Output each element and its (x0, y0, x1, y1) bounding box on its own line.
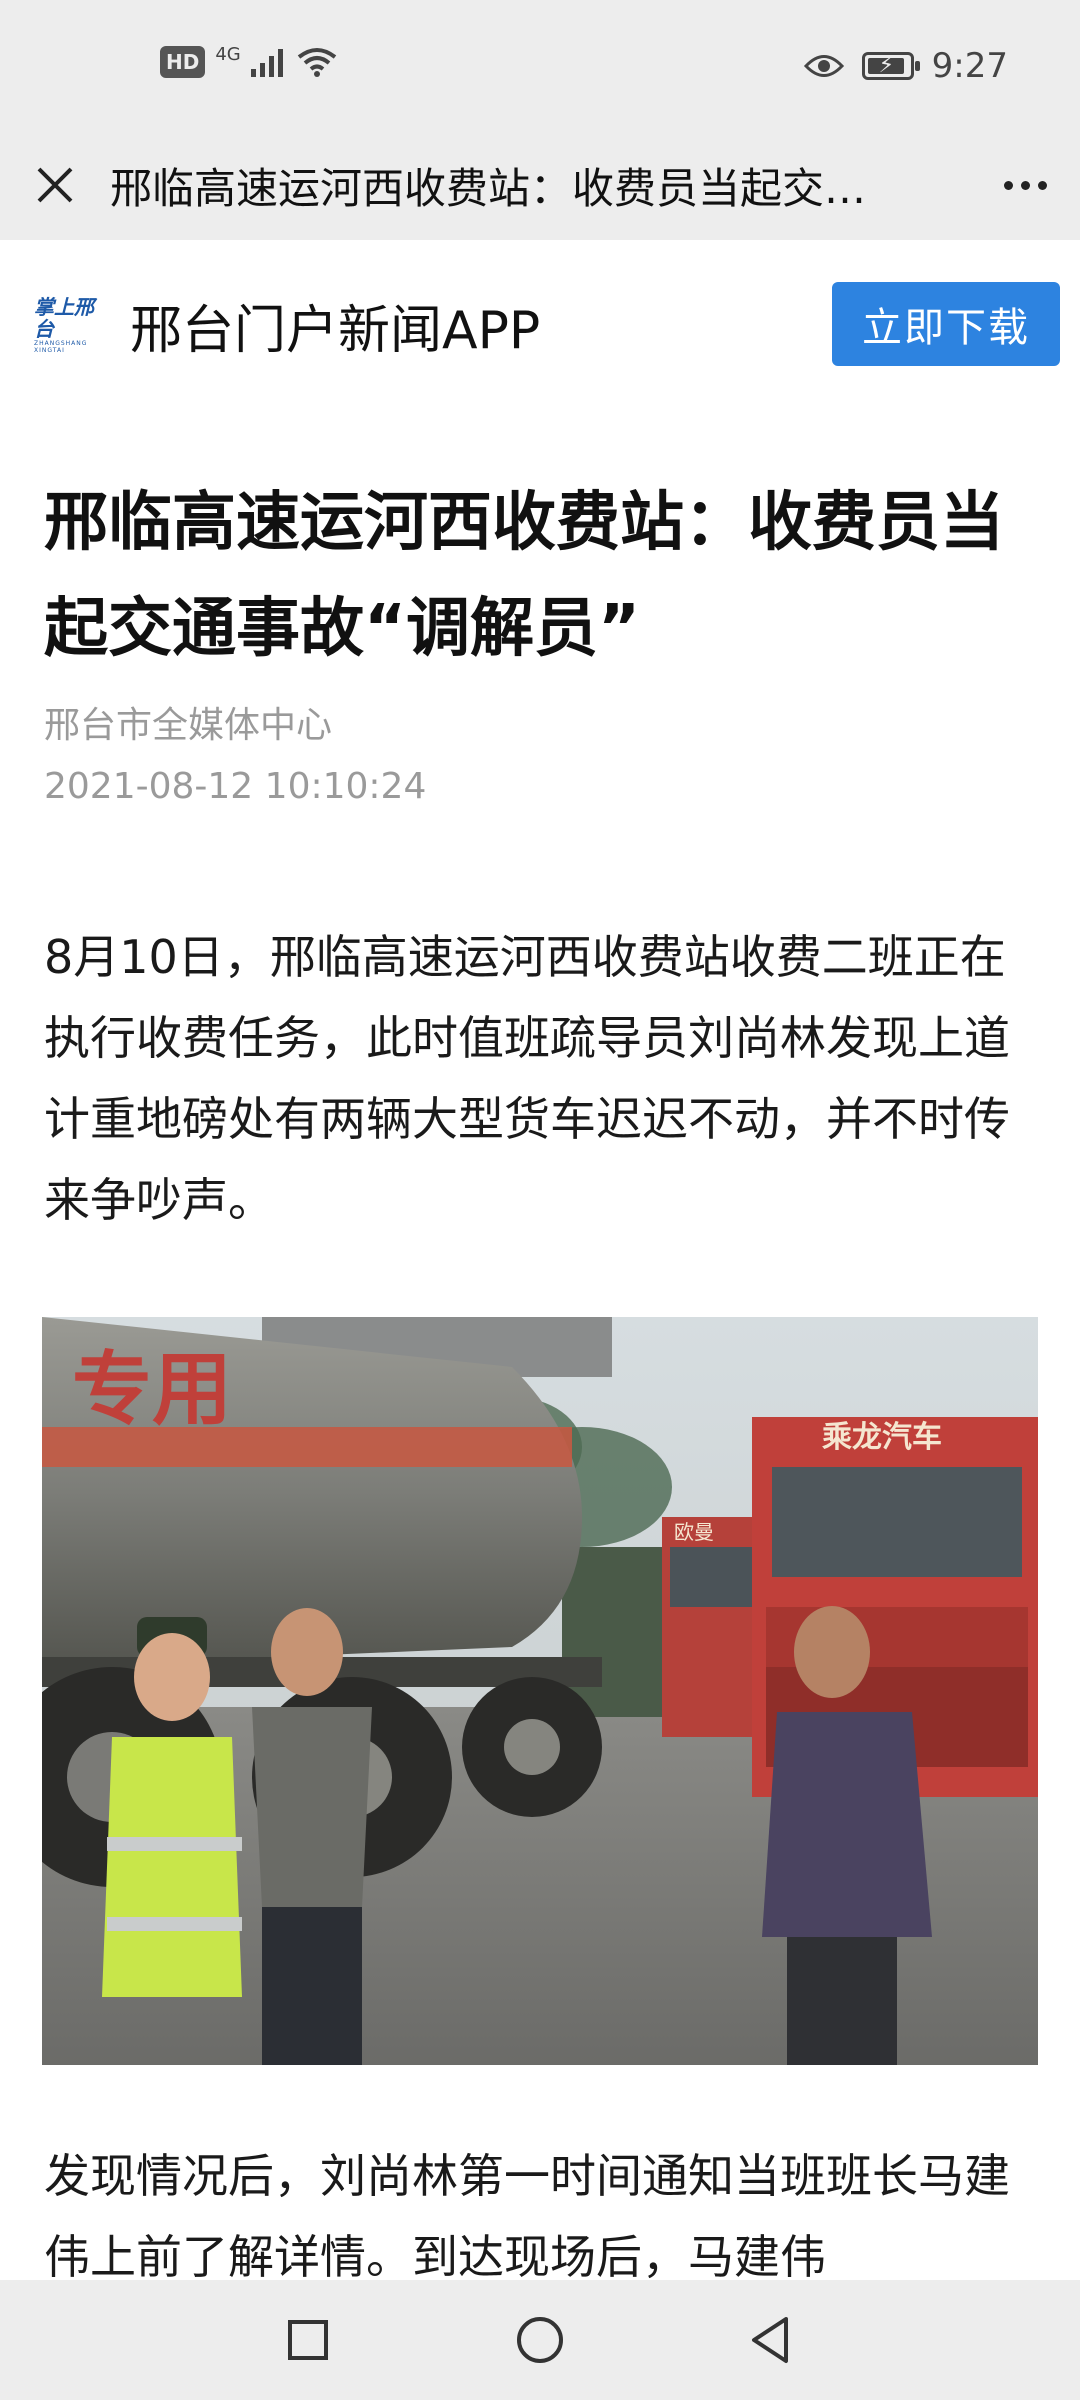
app-logo: 掌上邢台 ZHANGSHANG XINGTAI (34, 295, 110, 354)
charging-bolt-icon: ⚡ (878, 53, 895, 78)
status-left: HD 4G (160, 43, 337, 78)
title-bar: 邢临高速运河西收费站：收费员当起交… (0, 130, 1080, 240)
back-icon (752, 2317, 788, 2363)
article-paragraph: 发现情况后，刘尚林第一时间通知当班班长马建伟上前了解详情。到达现场后，马建伟 (44, 2149, 1010, 2284)
eye-icon (803, 55, 844, 77)
home-icon (517, 2317, 563, 2363)
close-button[interactable] (0, 130, 110, 240)
close-icon (37, 167, 73, 203)
recent-apps-button[interactable] (278, 2310, 338, 2370)
article-title: 邢临高速运河西收费站：收费员当起交通事故“调解员” (44, 486, 1004, 666)
news-photo-illustration: 欧曼 乘龙汽车 专用 (42, 1317, 1038, 2065)
more-icon-dot (1037, 180, 1047, 190)
more-button[interactable] (970, 130, 1080, 240)
article-paragraph: 8月10日，邢临高速运河西收费站收费二班正在执行收费任务，此时值班疏导员刘尚林发… (44, 930, 1010, 1227)
home-button[interactable] (510, 2310, 570, 2370)
article-source[interactable]: 邢台市全媒体中心 (44, 696, 1040, 748)
more-icon-dot (1020, 180, 1030, 190)
more-icon-dot (1003, 180, 1013, 190)
truck-brand-text: 乘龙汽车 (822, 1420, 942, 1454)
status-bar: HD 4G ⚡ 9:27 (0, 0, 1080, 130)
article-header: 邢临高速运河西收费站：收费员当起交通事故“调解员” 邢台市全媒体中心 2021-… (44, 470, 1040, 807)
page-title: 邢临高速运河西收费站：收费员当起交… (110, 163, 867, 213)
wifi-icon (297, 48, 336, 77)
tank-text: 专用 (72, 1345, 232, 1434)
system-nav-bar (0, 2280, 1080, 2400)
app-download-banner: 掌上邢台 ZHANGSHANG XINGTAI 邢台门户新闻APP 立即下载 (0, 240, 1080, 400)
recent-apps-icon (288, 2320, 328, 2360)
article-date: 2021-08-12 10:10:24 (44, 766, 427, 807)
back-button[interactable] (740, 2310, 800, 2370)
clock-time: 9:27 (931, 46, 1008, 86)
logo-text: 掌上邢台 (34, 295, 94, 341)
logo-subtext: ZHANGSHANG XINGTAI (34, 340, 88, 354)
signal-icon (250, 49, 283, 77)
hd-icon: HD (160, 46, 206, 78)
svg-text:欧曼: 欧曼 (674, 1521, 714, 1544)
status-right: ⚡ 9:27 (803, 46, 1008, 86)
app-name: 邢台门户新闻APP (130, 301, 541, 361)
battery-icon: ⚡ (861, 52, 920, 80)
download-button[interactable]: 立即下载 (832, 282, 1060, 366)
network-type-label: 4G (215, 43, 241, 65)
news-photo[interactable]: 欧曼 乘龙汽车 专用 (42, 1317, 1038, 2065)
